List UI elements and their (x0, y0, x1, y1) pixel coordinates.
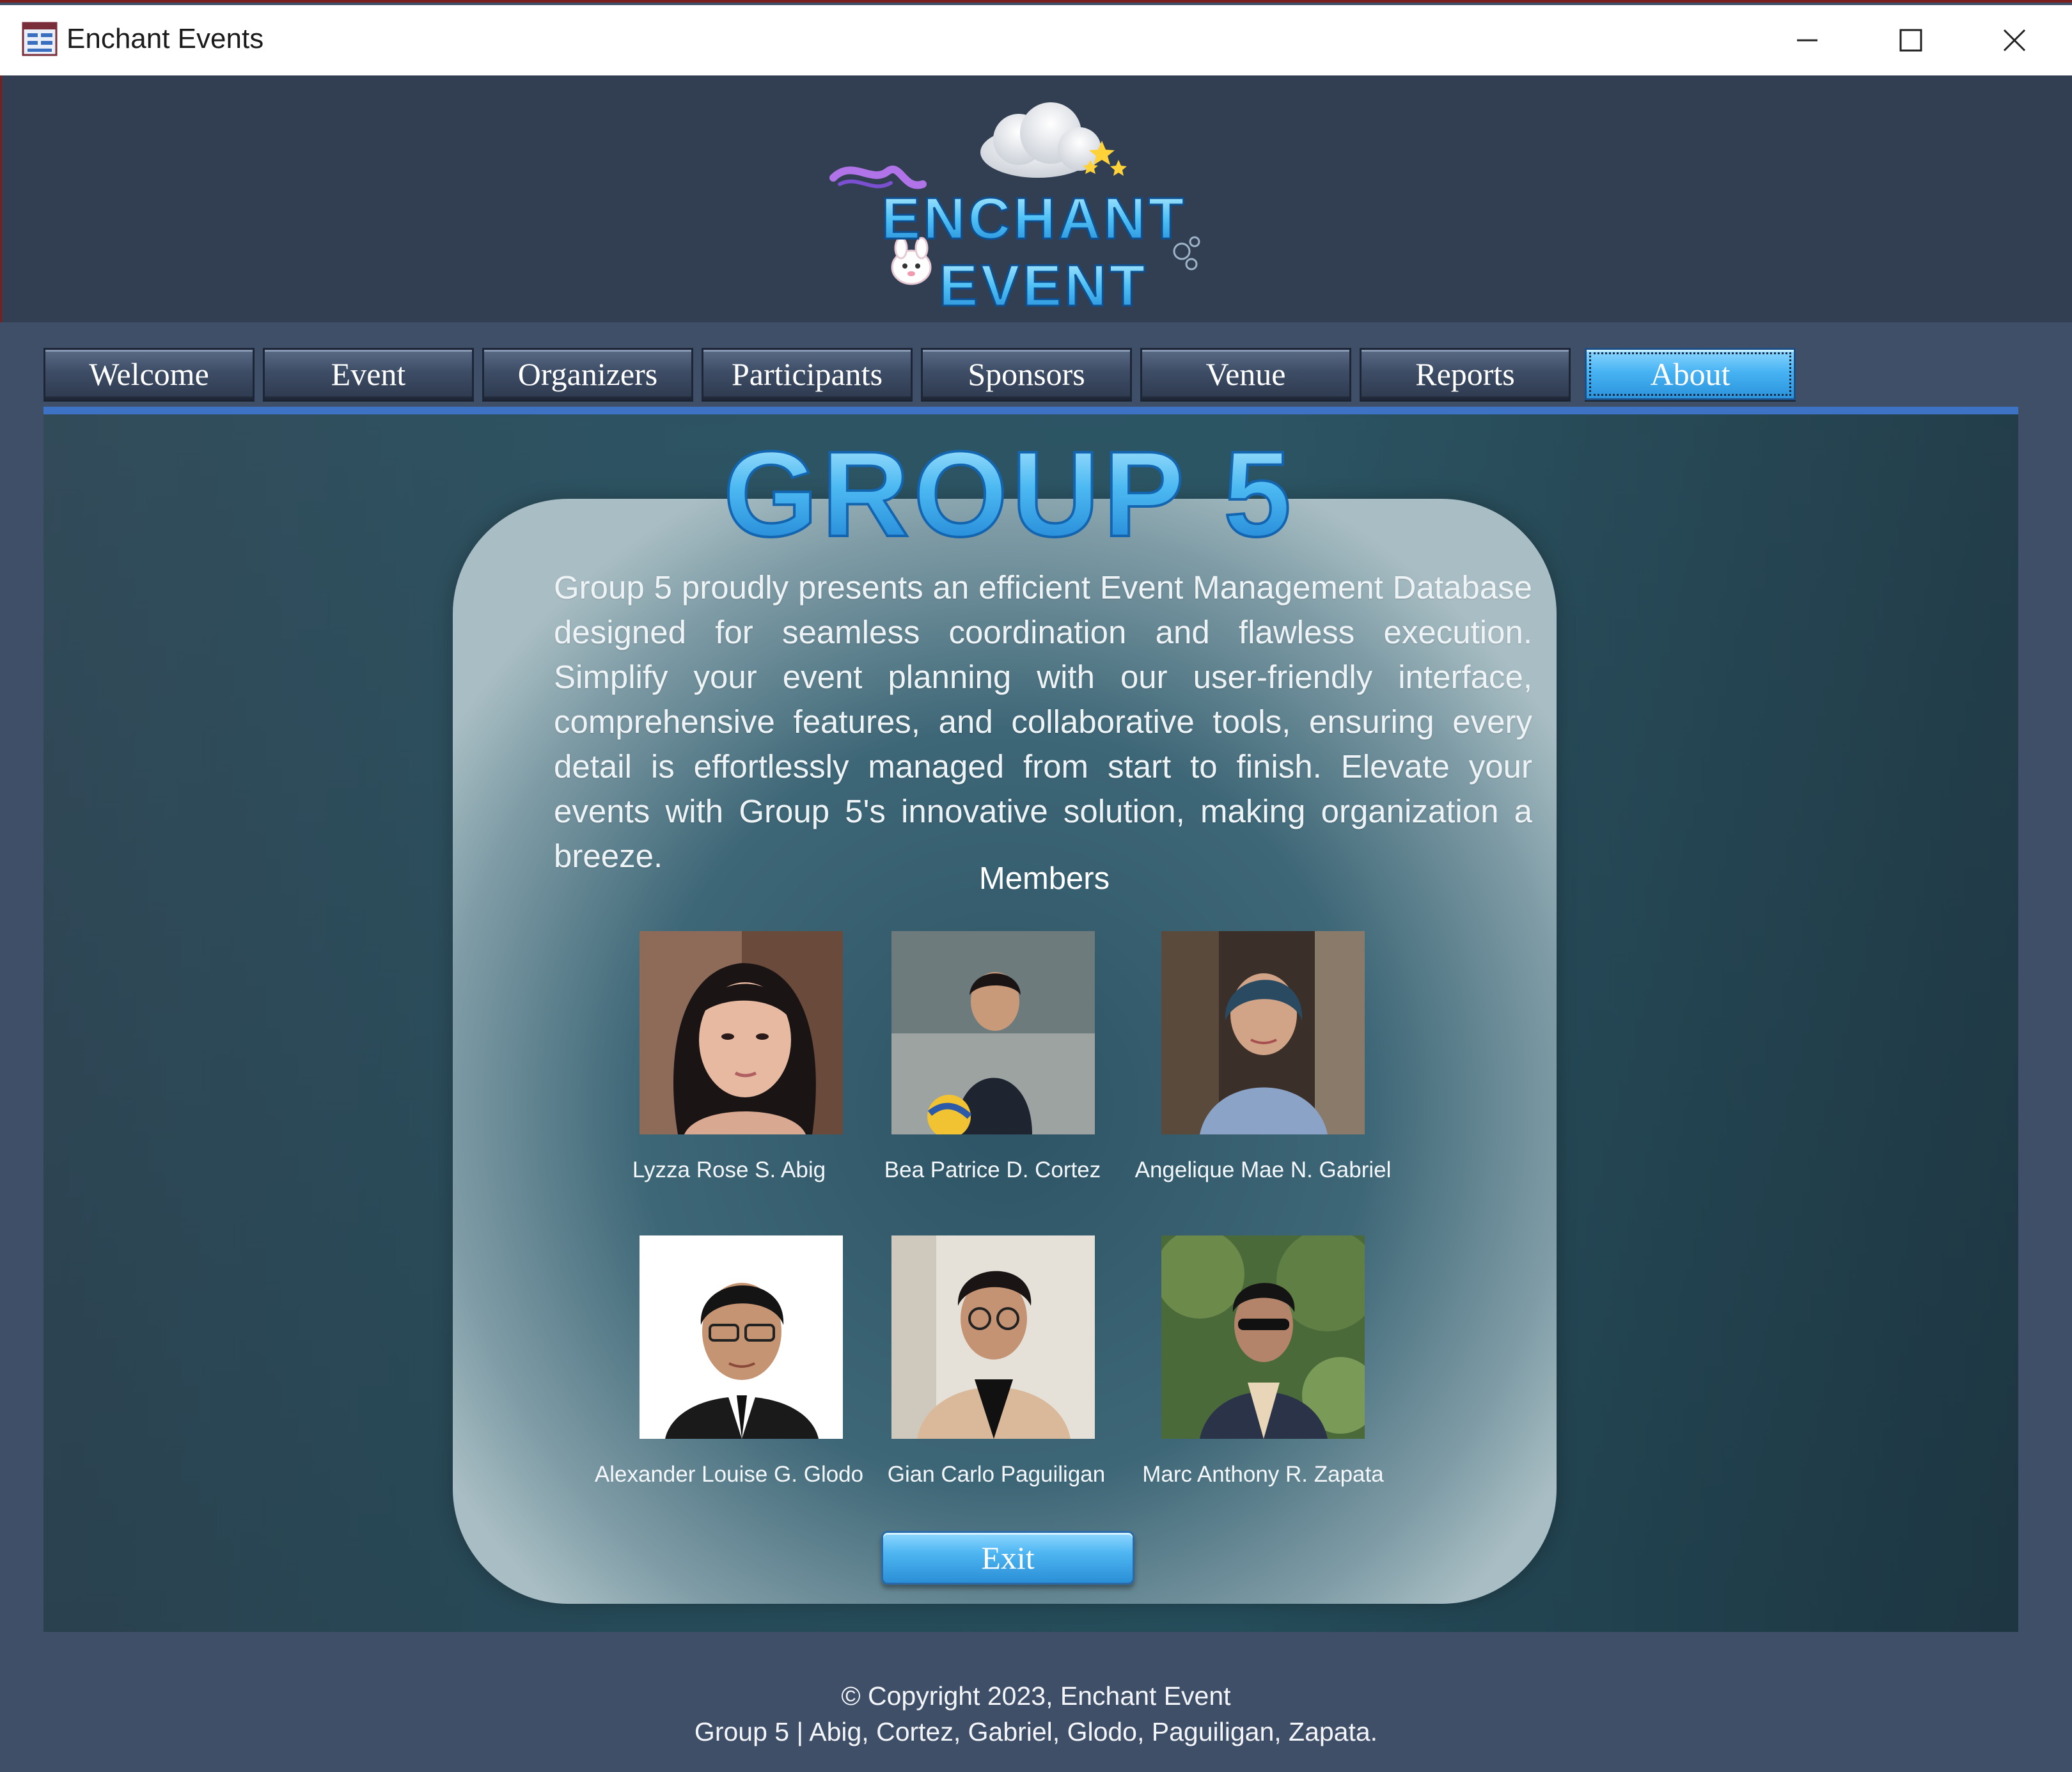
member-photo-gabriel (1161, 931, 1365, 1134)
about-panel: GROUP 5 Group 5 proudly presents an effi… (43, 414, 2018, 1632)
app-window: Enchant Events ENCHANT EVENT Welcome Eve… (0, 0, 2072, 1772)
member-photo-paguiligan (891, 1235, 1095, 1439)
exit-button[interactable]: Exit (881, 1531, 1134, 1585)
tab-welcome[interactable]: Welcome (43, 348, 255, 400)
member-photo-cortez (891, 931, 1095, 1134)
close-icon (2003, 29, 2026, 52)
member-name: Angelique Mae N. Gabriel (1134, 1157, 1392, 1182)
group-title: GROUP 5 (722, 425, 1295, 561)
member-name: Alexander Louise G. Glodo (594, 1462, 864, 1487)
tab-organizers[interactable]: Organizers (482, 348, 693, 400)
svg-text:ENCHANT: ENCHANT (881, 186, 1187, 251)
enchant-event-logo: ENCHANT EVENT (829, 102, 1200, 318)
svg-text:GROUP 5: GROUP 5 (723, 427, 1295, 561)
members-heading: Members (978, 861, 1110, 896)
member-name: Lyzza Rose S. Abig (632, 1157, 826, 1182)
footer: © Copyright 2023, Enchant Event Group 5 … (0, 1678, 2072, 1750)
tab-reports[interactable]: Reports (1360, 348, 1571, 400)
tab-participants[interactable]: Participants (702, 348, 913, 400)
member-name: Marc Anthony R. Zapata (1142, 1462, 1384, 1487)
member-photo-zapata (1161, 1235, 1365, 1439)
svg-text:EVENT: EVENT (939, 253, 1148, 318)
member-name: Gian Carlo Paguiligan (887, 1462, 1106, 1487)
about-description: Group 5 proudly presents an efficient Ev… (554, 569, 1532, 874)
tab-about[interactable]: About (1585, 348, 1796, 400)
credits-text: Group 5 | Abig, Cortez, Gabriel, Glodo, … (694, 1717, 1378, 1746)
close-button[interactable] (1963, 5, 2066, 75)
maximize-button[interactable] (1860, 5, 1962, 75)
maximize-icon (1899, 29, 1922, 52)
tab-venue[interactable]: Venue (1140, 348, 1351, 400)
tab-sponsors[interactable]: Sponsors (921, 348, 1132, 400)
copyright-text: © Copyright 2023, Enchant Event (841, 1681, 1231, 1711)
minimize-icon (1797, 39, 1817, 42)
window-title: Enchant Events (67, 23, 264, 54)
form-icon (22, 22, 58, 56)
member-name: Bea Patrice D. Cortez (884, 1157, 1101, 1182)
tab-event[interactable]: Event (263, 348, 474, 400)
title-bar: Enchant Events (0, 5, 2072, 75)
member-photo-glodo (640, 1235, 843, 1439)
app-header: ENCHANT EVENT (0, 75, 2072, 322)
member-photo-abig (640, 931, 843, 1134)
cloud-icon (980, 102, 1101, 178)
tab-underline (43, 407, 2018, 414)
minimize-button[interactable] (1756, 5, 1858, 75)
